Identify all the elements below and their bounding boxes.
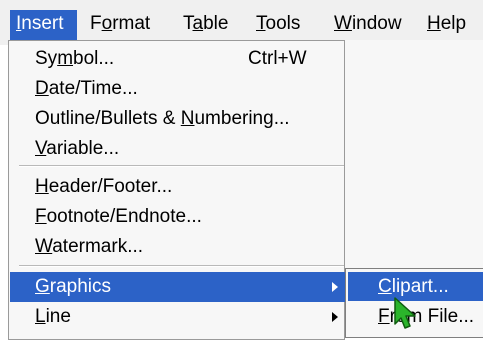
menu-item-watermark-label: Watermark... [35,232,143,262]
watermark-label-post: atermark... [52,236,144,257]
menu-help-mnemonic: H [427,13,441,34]
footnote-label-post: ootnote/Endnote... [46,206,202,227]
menu-item-line[interactable]: Line [10,302,345,332]
clipart-label-post: lipart... [391,276,449,297]
menu-format[interactable]: Format [84,10,156,40]
menu-item-symbol-shortcut: Ctrl+W [248,48,307,69]
menu-insert[interactable]: Insert [10,10,77,40]
outline-label-post: umbering... [194,108,290,129]
mouse-pointer-icon [394,297,416,329]
from-file-label-mnemonic: F [378,306,390,327]
menu-item-footnote-endnote[interactable]: Footnote/Endnote... [10,202,345,232]
menu-item-header-footer[interactable]: Header/Footer... [10,172,345,202]
menu-table-post: ble [203,13,229,34]
menu-window-mnemonic: W [334,13,352,34]
menu-item-date-time[interactable]: Date/Time... [10,74,345,104]
menu-window[interactable]: Window [328,10,408,40]
watermark-label-mnemonic: W [35,236,53,257]
menu-table-pre: T [183,13,193,34]
menu-item-outline-label: Outline/Bullets & Numbering... [35,104,290,134]
outline-label-pre: Outline/Bullets & [35,108,181,129]
menu-help-post: elp [440,13,467,34]
variable-label-post: ariable... [46,138,120,159]
date-time-label-mnemonic: D [35,78,49,99]
menu-item-line-label: Line [35,302,71,332]
menu-format-pre: F [90,13,102,34]
menu-tools-post: ools [265,13,301,34]
line-label-post: ine [45,306,71,327]
menu-item-graphics[interactable]: Graphics [10,272,345,302]
menu-help[interactable]: Help [421,10,472,40]
menu-item-variable[interactable]: Variable... [10,134,345,164]
submenu-arrow-icon [332,282,338,292]
menu-item-graphics-label: Graphics [35,272,111,302]
date-time-label-post: ate/Time... [48,78,138,99]
symbol-label-post: bol... [73,48,115,69]
graphics-label-post: raphics [49,276,112,297]
menu-separator [19,165,344,167]
menu-separator [19,265,344,267]
variable-label-mnemonic: V [35,138,47,159]
menu-insert-post: nsert [21,13,64,34]
menu-format-post: rmat [112,13,151,34]
submenu-arrow-icon [332,312,338,322]
menu-table[interactable]: Table [177,10,234,40]
menu-item-watermark[interactable]: Watermark... [10,232,345,262]
clipart-label-mnemonic: C [378,276,392,297]
menu-item-footnote-label: Footnote/Endnote... [35,202,202,232]
menu-tools-mnemonic: T [256,13,266,34]
menu-format-mnemonic: o [101,13,113,34]
header-footer-label-post: eader/Footer... [48,176,173,197]
menu-item-symbol[interactable]: Symbol... Ctrl+W [10,44,345,74]
menu-item-date-time-label: Date/Time... [35,74,138,104]
menu-table-mnemonic: a [192,13,204,34]
line-label-mnemonic: L [35,306,46,327]
menu-item-variable-label: Variable... [35,134,119,164]
menu-bar: Insert Format Table Tools Window Help [0,0,483,45]
symbol-label-mnemonic: m [57,48,74,69]
menu-window-post: indow [351,13,402,34]
header-footer-label-mnemonic: H [35,176,49,197]
outline-label-mnemonic: N [180,108,195,129]
menu-item-symbol-label: Symbol... [35,44,114,74]
symbol-label-pre: Sy [35,48,58,69]
background-panel [345,40,483,270]
menu-item-outline-bullets-numbering[interactable]: Outline/Bullets & Numbering... [10,104,345,134]
menu-tools[interactable]: Tools [250,10,306,40]
menu-item-header-footer-label: Header/Footer... [35,172,172,202]
graphics-label-mnemonic: G [35,276,50,297]
footnote-label-mnemonic: F [35,206,47,227]
insert-dropdown-menu: Symbol... Ctrl+W Date/Time... Outline/Bu… [8,40,345,340]
